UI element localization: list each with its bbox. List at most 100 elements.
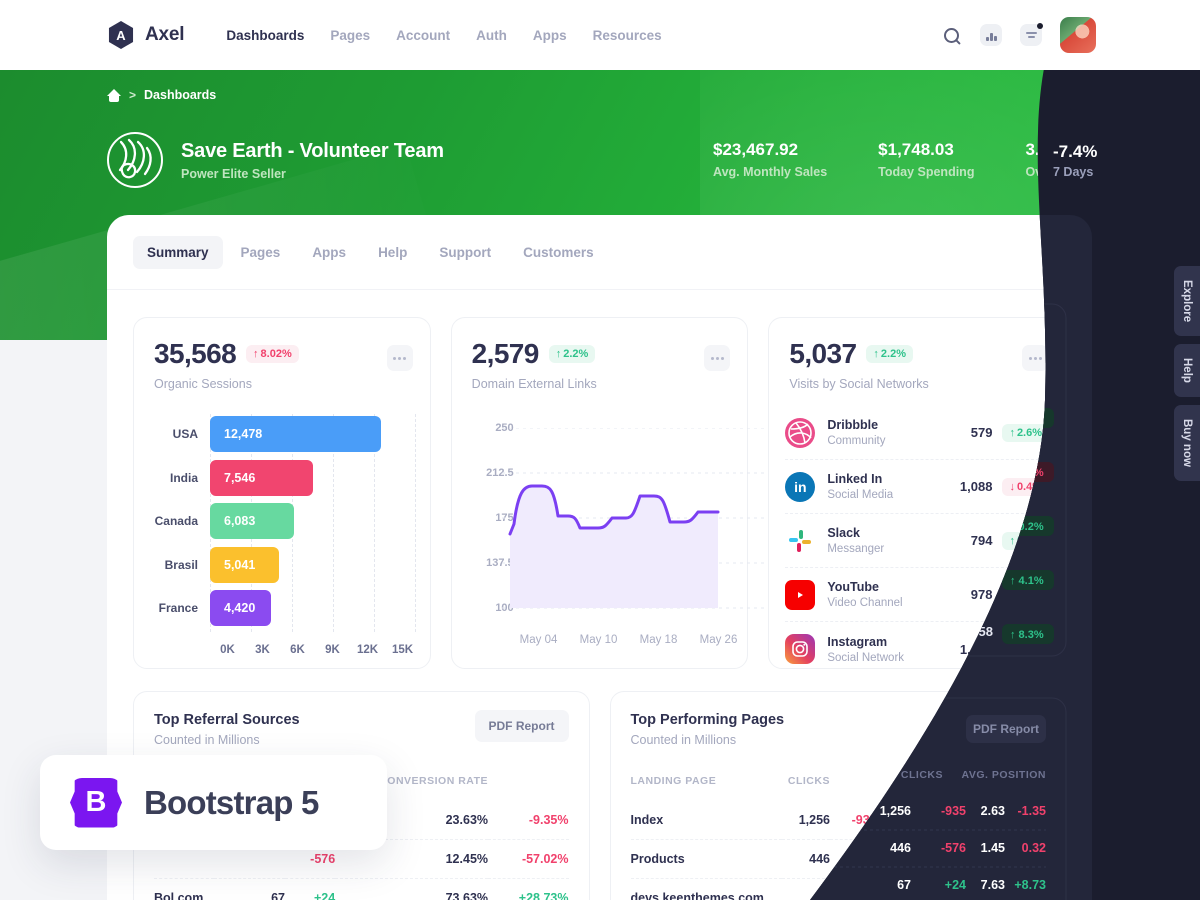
metric-cards-row: 35,568 ↑ 8.02% Organic Sessions USA 12,4… [107, 290, 1092, 669]
badge-value: 2.2% [880, 348, 906, 360]
tab-summary[interactable]: Summary [133, 236, 223, 269]
bar-row: India 7,546 [148, 459, 416, 496]
bar-chart: USA 12,478 India 7,546 Canada 6,083 Bras… [148, 416, 416, 654]
cell-position-delta: 0.32 [990, 839, 1045, 879]
badge-value: 0.2% [1016, 534, 1043, 547]
hero-stat-overall-share: 3.8% Overall Share [1025, 140, 1106, 179]
x-tick: 12K [356, 644, 379, 656]
bar-value: 5,041 [210, 546, 280, 583]
badge-arrow-icon: ↑ [1009, 534, 1015, 547]
nav-link-resources[interactable]: Resources [593, 28, 662, 43]
cell-page: devs.keenthemes.com [630, 878, 783, 900]
social-desc: Messanger [827, 543, 885, 555]
hero-stat-label: Avg. Monthly Sales [713, 165, 828, 179]
activity-icon[interactable] [980, 24, 1002, 46]
hero-stat-today-spending: $1,748.03 Today Spending [878, 140, 974, 179]
youtube-icon [785, 579, 816, 610]
list-item[interactable]: Instagram Social Network 1,458 ↑ 8.3% [785, 622, 1050, 676]
hero-subtitle: Power Elite Seller [181, 166, 286, 181]
tab-customers[interactable]: Customers [509, 236, 608, 269]
col-position-delta [991, 765, 1045, 801]
search-icon[interactable] [940, 24, 962, 46]
nav-link-account[interactable]: Account [396, 28, 450, 43]
badge-arrow-icon: ↑ [555, 348, 562, 360]
social-name: Dribbble [827, 418, 879, 432]
cell-rate: 73.63% [335, 878, 489, 900]
social-value: 978 [970, 587, 993, 602]
col-avg-position: AVG. POSITION [906, 775, 991, 787]
social-visits-value: 5,037 [789, 338, 857, 369]
x-tick: May 10 [579, 634, 618, 646]
bar-label: Canada [154, 514, 198, 528]
organic-sessions-card: 35,568 ↑ 8.02% Organic Sessions USA 12,4… [133, 317, 431, 669]
tab-pages[interactable]: Pages [227, 236, 295, 269]
nav-link-apps[interactable]: Apps [533, 28, 567, 43]
app-root: A Axel Dashboards Pages Account Auth App… [0, 0, 1200, 900]
domain-external-links-card: 2,579 ↑ 2.2% Domain External Links 250 2… [450, 317, 764, 669]
cell-clicks-delta: +24 [829, 878, 877, 900]
x-tick: 0K [220, 644, 235, 656]
badge-value: 2.2% [563, 348, 589, 360]
help-button[interactable]: Help [1174, 344, 1200, 398]
tab-help[interactable]: Help [364, 236, 421, 269]
list-item[interactable]: YouTube Video Channel 978 ↑ 4.1% [785, 568, 1050, 622]
globe-icon [107, 132, 163, 188]
badge-arrow-icon: ↑ [253, 348, 259, 360]
social-name: Instagram [827, 634, 888, 649]
social-name: Slack [827, 526, 861, 540]
buy-now-button[interactable]: Buy now [1174, 405, 1200, 482]
badge-value: 0.4% [1016, 480, 1043, 493]
pdf-report-button[interactable]: PDF Report [474, 710, 569, 742]
hero-stat-avg-monthly-sales: $23,467.92 Avg. Monthly Sales [713, 140, 827, 179]
hero-stat-label: Overall Share [1025, 165, 1107, 179]
avatar[interactable] [1060, 17, 1096, 53]
social-badge: ↑ 8.3% [1002, 640, 1050, 658]
bootstrap-promo-badge[interactable]: B Bootstrap 5 [40, 755, 387, 850]
pages-table: LANDING PAGE CLICKS AVG. POSITION Index … [630, 765, 1046, 900]
explore-button[interactable]: Explore [1174, 266, 1200, 337]
card-header: 5,037 ↑ 2.2% Visits by Social Networks [769, 318, 1065, 391]
hero-stat-7-days: -7.4% 7 Days [1157, 140, 1200, 179]
ellipsis-icon[interactable] [704, 345, 731, 371]
list-item[interactable]: Dribbble Community 579 ↑ 2.6% [785, 406, 1050, 460]
table-row[interactable]: Bol.com 67 +24 73.63% +28.73% [154, 878, 569, 900]
cell-clicks-delta: -576 [829, 839, 877, 879]
social-networks-list: Dribbble Community 579 ↑ 2.6% in Linked … [785, 406, 1050, 676]
table-row[interactable]: Index 1,256 -935 2.63 -1.35 [631, 801, 1046, 840]
nav-link-pages[interactable]: Pages [330, 28, 370, 43]
x-tick: 6K [290, 644, 305, 656]
tab-support[interactable]: Support [425, 236, 505, 269]
social-desc: Social Media [827, 489, 894, 501]
pdf-report-button[interactable]: PDF Report [951, 710, 1045, 742]
ellipsis-icon[interactable] [1022, 345, 1049, 371]
col-clicks: CLICKS [787, 775, 830, 787]
hero-stat-value: $1,748.03 [878, 140, 954, 159]
social-desc: Social Network [827, 651, 905, 664]
list-item[interactable]: in Linked In Social Media 1,088 ↓ 0.4% [785, 460, 1050, 514]
breadcrumb-current[interactable]: Dashboards [144, 88, 216, 102]
notifications-icon[interactable] [1020, 23, 1043, 46]
social-badge: ↓ 0.4% [1002, 477, 1050, 496]
bar-row: USA 12,478 [148, 416, 416, 452]
nav-links: Dashboards Pages Account Auth Apps Resou… [226, 28, 661, 43]
cell-rate-delta: +28.73% [488, 878, 569, 900]
badge-value: 8.3% [1016, 643, 1043, 655]
list-item[interactable]: Slack Messanger 794 ↑ 0.2% [785, 514, 1050, 568]
home-icon[interactable] [107, 88, 121, 102]
table-row[interactable]: devs.keenthemes.com 67 +24 7.63 +8.73 [630, 878, 1045, 900]
bootstrap-icon: B [70, 777, 122, 828]
badge-value: 4.1% [1016, 588, 1043, 601]
instagram-icon [785, 634, 816, 664]
brand-logo[interactable]: A Axel [107, 21, 185, 49]
cell-position-delta: +8.73 [990, 878, 1045, 900]
tab-apps[interactable]: Apps [298, 236, 360, 269]
table-row[interactable]: Products 446 -576 1.45 0.32 [630, 839, 1045, 879]
ellipsis-icon[interactable] [386, 345, 413, 371]
nav-link-dashboards[interactable]: Dashboards [226, 28, 304, 43]
social-value: 794 [970, 533, 993, 548]
cell-page: Index [630, 813, 664, 827]
cell-page: Products [630, 839, 783, 879]
nav-link-auth[interactable]: Auth [476, 28, 507, 43]
domain-links-badge: ↑ 2.2% [548, 345, 596, 363]
side-action-buttons: Explore Help Buy now [1174, 266, 1200, 482]
